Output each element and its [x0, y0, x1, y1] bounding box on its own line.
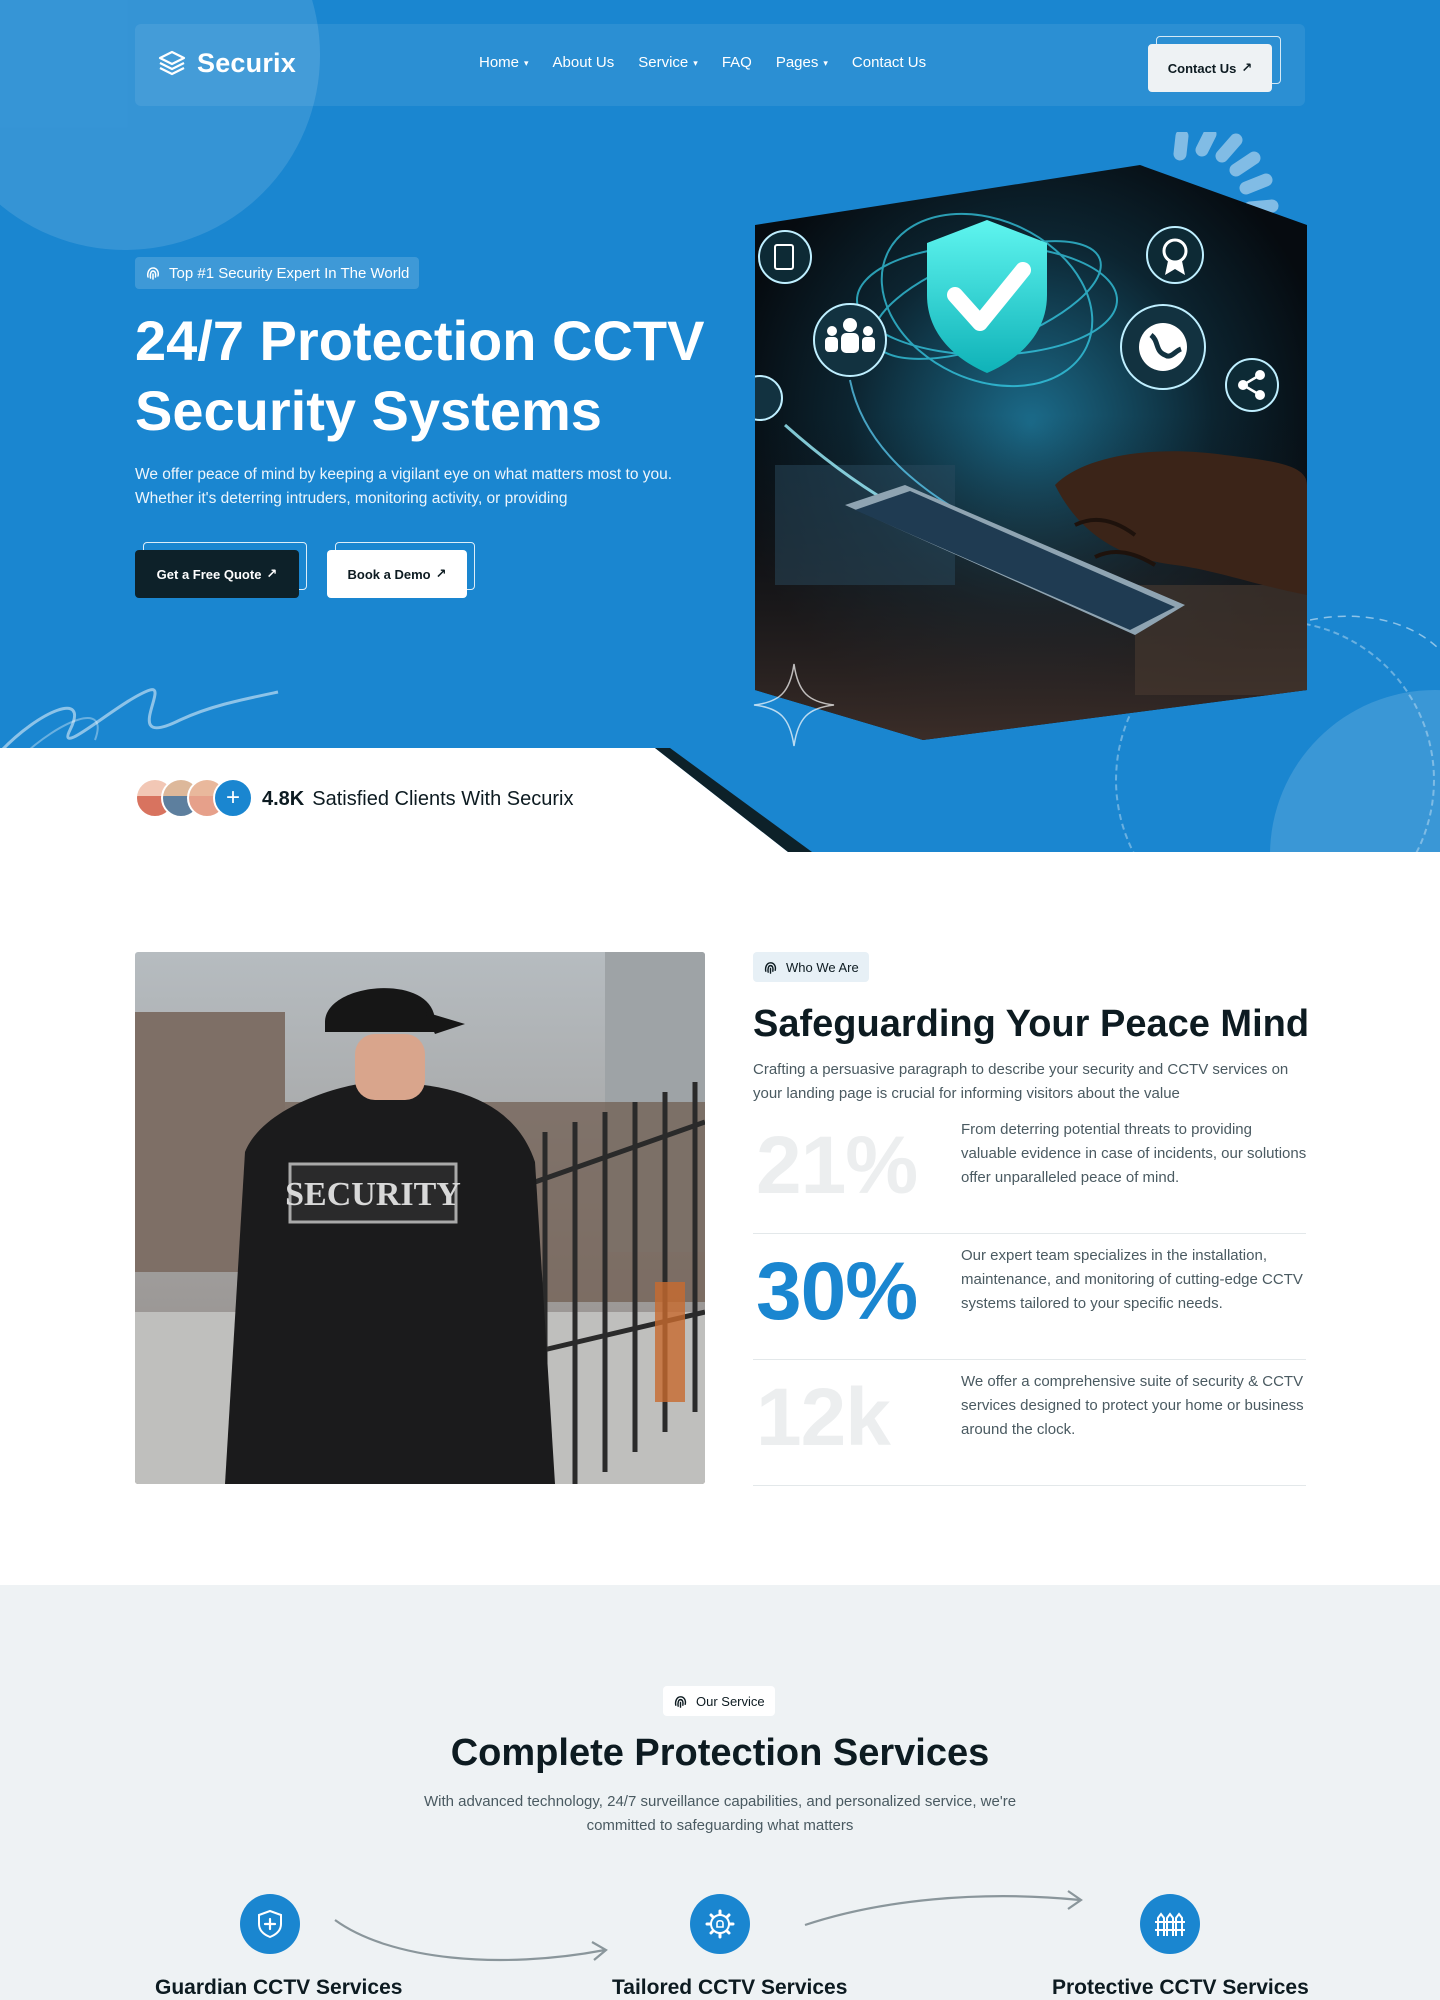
nav-item-pages[interactable]: Pages ▾ [776, 54, 828, 71]
plus-icon[interactable]: + [213, 778, 253, 818]
nav-item-contact-us[interactable]: Contact Us [852, 54, 926, 71]
client-label: Satisfied Clients With Securix [312, 788, 574, 810]
nav-item-faq[interactable]: FAQ [722, 54, 752, 71]
stat-value: 12k [756, 1372, 891, 1463]
fingerprint-icon [764, 961, 777, 974]
globe-icon [1139, 323, 1187, 371]
stat-row: 30% Our expert team specializes in the i… [753, 1234, 1306, 1360]
stat-text: Our expert team specializes in the insta… [961, 1247, 1303, 1312]
fingerprint-icon [674, 1695, 687, 1708]
services-badge: Our Service [663, 1686, 775, 1716]
stat-row: 21% From deterring potential threats to … [753, 1108, 1306, 1234]
service-name[interactable]: Protective CCTV Services [1052, 1976, 1309, 2000]
hero-security-image [755, 165, 1307, 740]
gear-bulb-icon [705, 1909, 735, 1939]
about-badge: Who We Are [753, 952, 869, 982]
nav-item-label: Service [638, 54, 689, 71]
chevron-down-icon: ▾ [693, 58, 698, 68]
decorative-star-icon [753, 663, 835, 747]
chevron-down-icon: ▾ [524, 58, 529, 68]
hero-section: Securix Home ▾ About Us Service ▾ FAQ Pages ▾ Co… [0, 0, 1440, 852]
hero-title-line2: Security Systems [135, 379, 602, 442]
curved-arrow-icon [334, 1919, 608, 1962]
chevron-down-icon: ▾ [823, 58, 828, 68]
services-title: Complete Protection Services [450, 1732, 990, 1774]
get-quote-button[interactable]: Get a Free Quote ↗ [135, 550, 299, 598]
service-name[interactable]: Tailored CCTV Services [612, 1976, 847, 2000]
curved-arrow-icon [804, 1890, 1083, 1927]
nav-item-label: FAQ [721, 54, 752, 71]
nav-menu: Home ▾ About Us Service ▾ FAQ Pages ▾ Contact Us [479, 54, 926, 71]
hero-title: 24/7 Protection CCTV Security Systems [135, 306, 755, 446]
book-demo-label: Book a Demo [347, 566, 431, 582]
shield-plus-icon [258, 1909, 282, 1939]
nav-contact-button[interactable]: Contact Us ↗ [1148, 44, 1272, 92]
arrow-up-right-icon: ↗ [1241, 60, 1253, 75]
decorative-dashed-arc [1310, 615, 1440, 651]
book-demo-button[interactable]: Book a Demo ↗ [327, 550, 467, 598]
hero-badge-label: Top #1 Security Expert In The World [169, 264, 410, 282]
services-description: With advanced technology, 24/7 surveilla… [423, 1793, 1017, 1834]
nav-item-label: Home [479, 54, 520, 71]
nav-item-home[interactable]: Home ▾ [479, 54, 529, 71]
stat-text: From deterring potential threats to prov… [961, 1121, 1307, 1186]
service-name[interactable]: Guardian CCTV Services [155, 1976, 402, 2000]
hero-title-line1: 24/7 Protection CCTV [135, 309, 705, 372]
stat-value: 21% [756, 1120, 918, 1211]
decorative-scribble [0, 688, 279, 759]
nav-item-label: Pages [775, 54, 819, 71]
security-guard-image: SECURITY [135, 952, 705, 1484]
client-avatars: + [135, 778, 253, 818]
nav-item-about-us[interactable]: About Us [553, 54, 615, 71]
stat-text: We offer a comprehensive suite of securi… [961, 1373, 1304, 1438]
stat-value: 30% [756, 1246, 918, 1337]
get-quote-label: Get a Free Quote [156, 566, 262, 582]
main-navbar: Securix Home ▾ About Us Service ▾ FAQ Pages ▾ Co… [135, 24, 1305, 106]
about-badge-label: Who We Are [786, 959, 859, 975]
nav-item-label: Contact Us [851, 54, 927, 71]
service-icon-circle[interactable] [690, 1894, 750, 1954]
fingerprint-icon [147, 267, 159, 280]
service-icon-circle[interactable] [1140, 1894, 1200, 1954]
brand-logo[interactable]: Securix [157, 48, 296, 79]
stat-row: 12k We offer a comprehensive suite of se… [753, 1360, 1306, 1486]
nav-item-label: About Us [552, 54, 615, 71]
about-title: Safeguarding Your Peace Mind [753, 1003, 1310, 1045]
hero-badge: Top #1 Security Expert In The World [135, 257, 420, 289]
client-count-text: 4.8K Satisfied Clients With Securix [262, 788, 573, 811]
fence-icon [1155, 1912, 1185, 1936]
service-icon-circle[interactable] [240, 1894, 300, 1954]
nav-contact-label: Contact Us [1167, 60, 1237, 76]
client-count: 4.8K [262, 788, 305, 810]
nav-item-service[interactable]: Service ▾ [638, 54, 698, 71]
services-badge-label: Our Service [696, 1693, 765, 1709]
arrow-up-right-icon: ↗ [435, 566, 447, 581]
arrow-up-right-icon: ↗ [266, 566, 278, 581]
about-description: Crafting a persuasive paragraph to descr… [753, 1061, 1289, 1102]
stacked-layers-icon [158, 50, 186, 75]
security-patch-text: SECURITY [285, 1176, 461, 1213]
brand-name: Securix [197, 48, 296, 78]
hero-description: We offer peace of mind by keeping a vigi… [135, 466, 673, 507]
